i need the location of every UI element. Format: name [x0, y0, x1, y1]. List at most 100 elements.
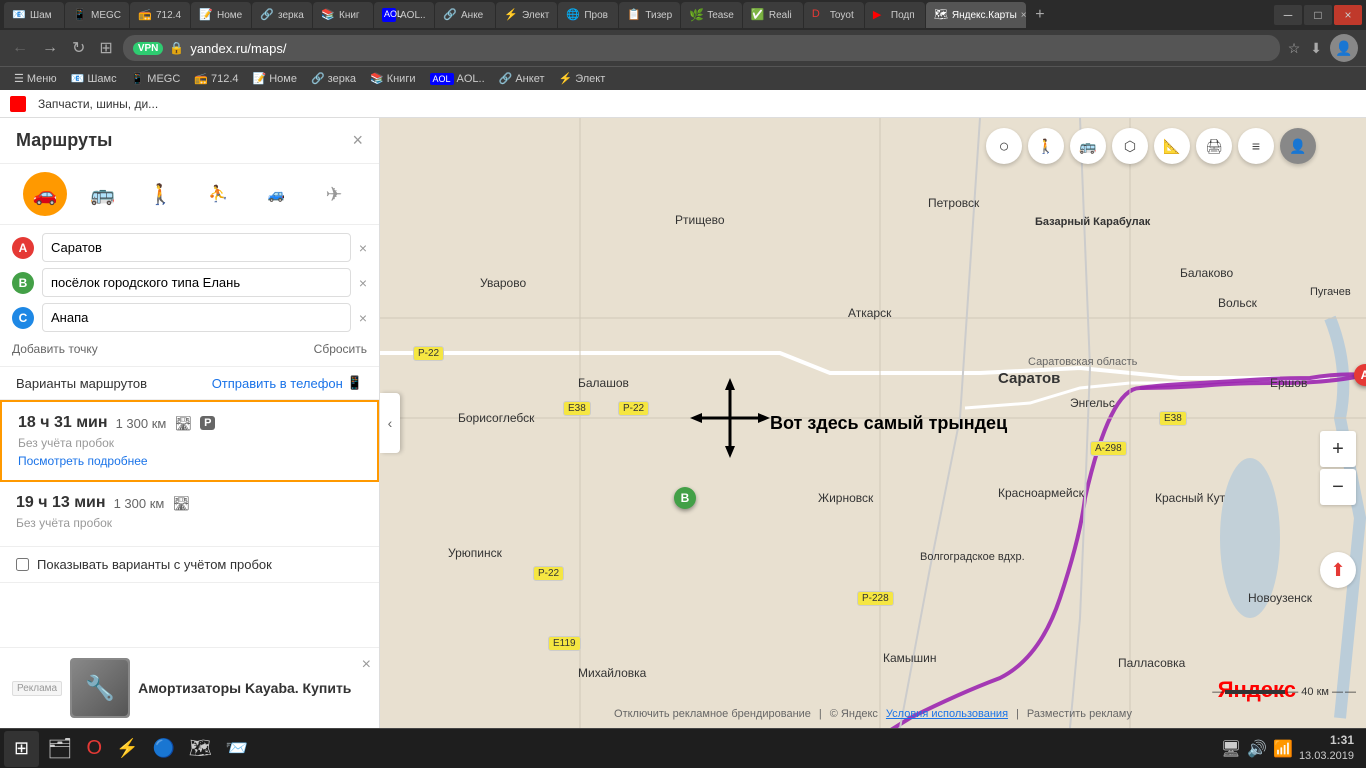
- map-tool-menu[interactable]: ≡: [1238, 128, 1274, 164]
- taskbar-mail[interactable]: 📨: [220, 731, 254, 767]
- forward-button[interactable]: →: [38, 37, 62, 59]
- map-tool-ruler[interactable]: 📐: [1154, 128, 1190, 164]
- route-1-detail-link[interactable]: Посмотреть подробнее: [18, 454, 361, 468]
- collapse-sidebar-button[interactable]: ‹: [380, 393, 400, 453]
- map-marker-a: A: [1354, 364, 1366, 386]
- disable-branding-link[interactable]: Отключить рекламное брендирование: [614, 708, 811, 720]
- maximize-button[interactable]: □: [1304, 5, 1332, 25]
- tab-aol[interactable]: AOL AOL..: [374, 2, 434, 28]
- taskbar-app3[interactable]: ⚡: [110, 731, 144, 767]
- map-tool-pedestrian[interactable]: 🚶: [1028, 128, 1064, 164]
- tab-elect[interactable]: ⚡ Элект: [496, 2, 557, 28]
- clock: 1:31 13.03.2019: [1299, 732, 1354, 764]
- profile-avatar[interactable]: 👤: [1330, 34, 1358, 62]
- map-user-avatar[interactable]: 👤: [1280, 128, 1316, 164]
- download-icon[interactable]: ⬇: [1308, 38, 1324, 59]
- map-marker-b: B: [674, 487, 696, 509]
- tab-close-icon[interactable]: ×: [1021, 10, 1026, 21]
- tab-megc[interactable]: 📱 MEGC: [65, 2, 129, 28]
- route-variant-1[interactable]: 18 ч 31 мин 1 300 км 🛣 P Без учёта пробо…: [0, 400, 379, 482]
- route-point-a-clear[interactable]: ×: [359, 240, 367, 256]
- city-novouzensk: Новоузенск: [1248, 591, 1312, 605]
- route-point-c-input[interactable]: [42, 303, 351, 332]
- route-point-a-input[interactable]: [42, 233, 351, 262]
- send-to-phone-button[interactable]: Отправить в телефон 📱: [212, 375, 363, 391]
- route-point-c-clear[interactable]: ×: [359, 310, 367, 326]
- windows-icon: ⊞: [14, 738, 29, 759]
- bookmark-anket[interactable]: 🔗 Анкет: [493, 69, 551, 89]
- city-saratovskaya: Саратовская область: [1028, 356, 1137, 368]
- route-point-b-input[interactable]: [42, 268, 351, 297]
- map-area[interactable]: Ртищево Петровск Базарный Карабулак Бала…: [380, 118, 1366, 728]
- back-button[interactable]: ←: [8, 37, 32, 59]
- route-variant-2[interactable]: 19 ч 13 мин 1 300 км 🛣 Без учёта пробок: [0, 482, 379, 547]
- tab-tease[interactable]: 🌿 Tease: [681, 2, 742, 28]
- new-tab-button[interactable]: +: [1027, 2, 1053, 28]
- sidebar-close-button[interactable]: ×: [352, 130, 363, 151]
- address-input[interactable]: [190, 41, 1269, 56]
- ad-title[interactable]: Амортизаторы Kayaba. Купить: [138, 680, 367, 696]
- marker-b: B: [12, 272, 34, 294]
- tab-home[interactable]: 📝 Номе: [191, 2, 251, 28]
- tab-712[interactable]: 📻 712.4: [130, 2, 190, 28]
- taskbar-app4[interactable]: 🔵: [146, 731, 180, 767]
- transport-walk-button[interactable]: 🚶: [139, 172, 183, 216]
- terms-link[interactable]: Условия использования: [886, 708, 1008, 720]
- place-ad-link[interactable]: Разместить рекламу: [1027, 708, 1132, 720]
- add-point-button[interactable]: Добавить точку: [12, 342, 98, 356]
- city-petrovsk: Петровск: [928, 196, 979, 210]
- taskbar-explorer[interactable]: 🗂: [41, 731, 78, 767]
- bookmark-aol[interactable]: AOL AOL..: [424, 69, 491, 89]
- map-tool-layers[interactable]: ⬡: [1112, 128, 1148, 164]
- minimize-button[interactable]: ─: [1274, 5, 1302, 25]
- bookmark-712[interactable]: 📻 712.4: [188, 69, 244, 89]
- tab-tizer[interactable]: 📋 Тизер: [619, 2, 680, 28]
- bookmark-books[interactable]: 📚 Книги: [364, 69, 422, 89]
- road-e119: Е119: [548, 636, 581, 651]
- taskbar-maps[interactable]: 🗺: [183, 731, 218, 767]
- bookmark-home[interactable]: 📝 Номе: [247, 69, 303, 89]
- close-button[interactable]: ×: [1334, 5, 1362, 25]
- bookmark-mirror[interactable]: 🔗 зерка: [305, 69, 362, 89]
- ad-banner: Реклама 🔧 Амортизаторы Kayaba. Купить ×: [0, 647, 379, 728]
- route-point-b-clear[interactable]: ×: [359, 275, 367, 291]
- bookmark-megc[interactable]: 📱 MEGC: [125, 69, 187, 89]
- tab-toyota[interactable]: D Toyot: [804, 2, 864, 28]
- zoom-out-button[interactable]: −: [1320, 469, 1356, 505]
- map-tool-print[interactable]: 🖨: [1196, 128, 1232, 164]
- bookmark-star-icon[interactable]: ☆: [1286, 38, 1303, 59]
- zoom-in-button[interactable]: +: [1320, 431, 1356, 467]
- tab-prov[interactable]: 🌐 Пров: [558, 2, 618, 28]
- transport-bus-button[interactable]: 🚌: [81, 172, 125, 216]
- tab-mirror[interactable]: 🔗 зерка: [252, 2, 312, 28]
- traffic-label[interactable]: Показывать варианты с учётом пробок: [37, 557, 272, 572]
- tab-gmail[interactable]: 📧 Шам: [4, 2, 64, 28]
- route-2-road-icon: 🛣: [172, 495, 190, 512]
- ad-close-button[interactable]: ×: [362, 656, 371, 674]
- start-button[interactable]: ⊞: [4, 731, 39, 767]
- city-rtishchevo: Ртищево: [675, 213, 725, 227]
- map-tool-transport[interactable]: 🚌: [1070, 128, 1106, 164]
- tab-youtube[interactable]: ▶ Подп: [865, 2, 925, 28]
- bookmark-elect[interactable]: ⚡ Элект: [552, 69, 611, 89]
- tab-reali[interactable]: ✅ Reali: [743, 2, 803, 28]
- reset-route-button[interactable]: Сбросить: [314, 342, 367, 356]
- map-tool-circle[interactable]: ○: [986, 128, 1022, 164]
- sidebar: Маршруты × 🚗 🚌 🚶 ⛹ 🚙 ✈ A × B × C: [0, 118, 380, 728]
- bookmark-shams[interactable]: 📧 Шамс: [65, 69, 123, 89]
- transport-plane-button[interactable]: ✈: [312, 172, 356, 216]
- transport-car-button[interactable]: 🚗: [23, 172, 67, 216]
- bookmark-menu[interactable]: ☰ Меню: [8, 69, 63, 89]
- refresh-button[interactable]: ↻: [68, 36, 89, 60]
- tab-yandex-maps[interactable]: 🗺 Яндекс.Карты ×: [926, 2, 1026, 28]
- transport-car2-button[interactable]: 🚙: [254, 172, 298, 216]
- tab-anke[interactable]: 🔗 Анке: [435, 2, 495, 28]
- transport-bike-button[interactable]: ⛹: [196, 172, 240, 216]
- compass-button[interactable]: ⬆: [1320, 552, 1356, 588]
- traffic-checkbox[interactable]: [16, 558, 29, 571]
- city-balakovo: Балаково: [1180, 266, 1233, 280]
- tab-books[interactable]: 📚 Книг: [313, 2, 373, 28]
- menu-icon: ☰: [14, 72, 24, 85]
- home-button[interactable]: ⊞: [95, 36, 116, 60]
- taskbar-opera[interactable]: O: [80, 731, 108, 767]
